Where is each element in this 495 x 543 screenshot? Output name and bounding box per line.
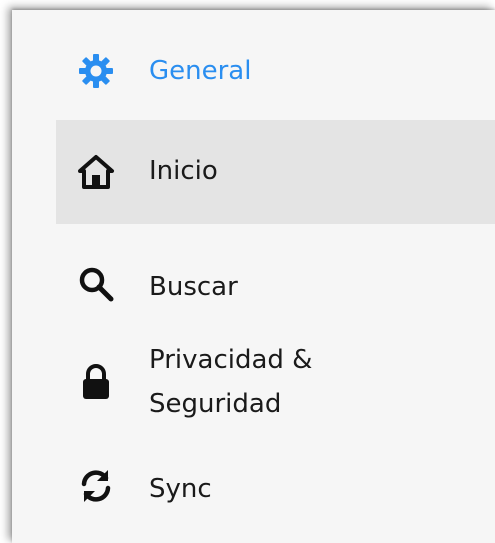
sidebar-item-label: General	[149, 56, 252, 86]
settings-nav: General Inicio Buscar Privacidad & Segur…	[12, 10, 495, 543]
sidebar-item-label: Inicio	[149, 156, 218, 186]
sidebar-item-buscar[interactable]: Buscar	[56, 254, 495, 314]
sidebar-item-label: Privacidad & Seguridad	[149, 345, 313, 419]
lock-icon	[76, 362, 116, 402]
gear-icon	[76, 51, 116, 91]
sidebar-item-sync[interactable]: Sync	[56, 456, 495, 518]
sync-icon	[76, 466, 116, 506]
sidebar-item-general[interactable]: General	[56, 46, 495, 98]
sidebar-item-inicio[interactable]: Inicio	[56, 120, 495, 224]
sidebar-item-label: Buscar	[149, 272, 238, 302]
window-frame: General Inicio Buscar Privacidad & Segur…	[0, 0, 495, 543]
sidebar-item-privacidad[interactable]: Privacidad & Seguridad	[56, 330, 495, 434]
home-icon	[76, 152, 116, 192]
settings-sidebar-panel: General Inicio Buscar Privacidad & Segur…	[12, 10, 495, 543]
search-icon	[76, 264, 116, 304]
sidebar-item-label: Sync	[149, 474, 212, 504]
